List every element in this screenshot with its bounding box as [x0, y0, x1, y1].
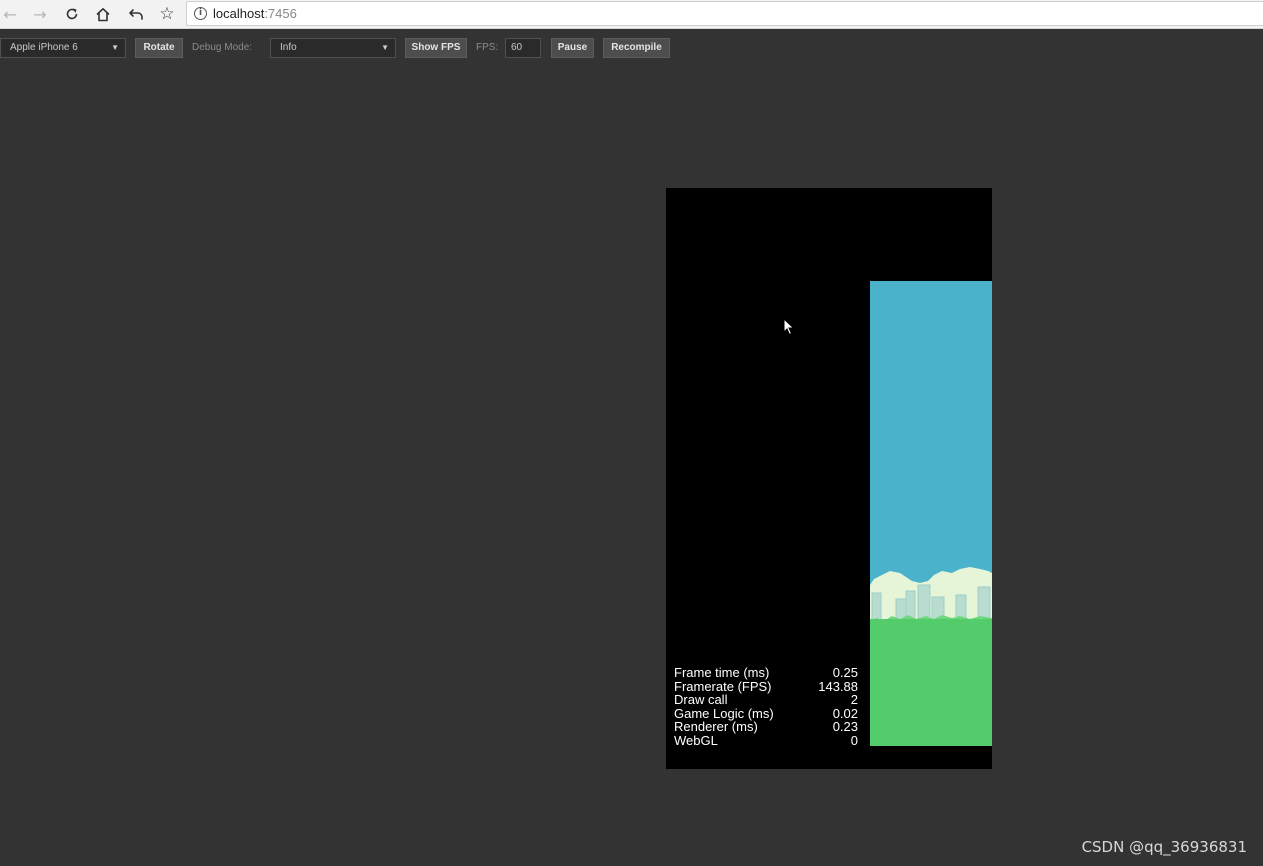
- url-text: localhost:7456: [213, 6, 297, 21]
- stat-value: 0.25: [832, 665, 858, 680]
- fps-input[interactable]: 60: [505, 38, 541, 58]
- stats-panel: Frame time (ms) 0.25 Framerate (FPS) 143…: [674, 666, 858, 748]
- game-canvas[interactable]: Frame time (ms) 0.25 Framerate (FPS) 143…: [666, 188, 992, 769]
- show-fps-button[interactable]: Show FPS: [405, 38, 467, 58]
- debug-mode-select[interactable]: Info ▼: [270, 38, 396, 58]
- stat-row: Draw call 2: [674, 693, 858, 707]
- undo-icon: [128, 9, 143, 20]
- dropdown-arrow-icon: ▼: [381, 43, 389, 52]
- reload-icon: [66, 8, 78, 20]
- reload-button[interactable]: [60, 3, 84, 25]
- ground: [870, 619, 992, 746]
- bookmark-button[interactable]: ☆: [155, 3, 179, 25]
- stat-row: Frame time (ms) 0.25: [674, 666, 858, 680]
- back-button[interactable]: ←: [0, 3, 22, 25]
- url-port: :7456: [264, 6, 297, 21]
- fps-label: FPS:: [476, 42, 499, 53]
- device-select-value: Apple iPhone 6: [10, 42, 78, 53]
- stat-label: Draw call: [674, 692, 728, 708]
- stat-label: Game Logic (ms): [674, 705, 774, 721]
- star-icon: ☆: [159, 4, 175, 24]
- arrow-right-icon: →: [33, 4, 47, 24]
- debug-mode-value: Info: [280, 42, 297, 53]
- home-icon: [96, 7, 110, 21]
- arrow-left-icon: ←: [3, 4, 17, 24]
- url-host: localhost: [213, 6, 265, 21]
- stat-label: Framerate (FPS): [674, 678, 772, 694]
- stat-label: Renderer (ms): [674, 719, 758, 735]
- stat-value: 0.02: [832, 705, 858, 721]
- stat-label: WebGL: [674, 732, 718, 748]
- dropdown-arrow-icon: ▼: [111, 43, 119, 52]
- simulator-toolbar: Apple iPhone 6 ▼ Rotate Debug Mode: Info…: [0, 35, 1263, 61]
- stat-label: Frame time (ms): [674, 665, 770, 680]
- pause-button[interactable]: Pause: [551, 38, 594, 58]
- recompile-button[interactable]: Recompile: [603, 38, 670, 58]
- stat-row: Framerate (FPS) 143.88: [674, 678, 858, 694]
- device-select[interactable]: Apple iPhone 6 ▼: [0, 38, 126, 58]
- stat-row: Renderer (ms) 0.23: [674, 720, 858, 734]
- browser-toolbar: ← → ☆ i localhost:7456: [0, 0, 1263, 29]
- stat-value: 0.23: [832, 719, 858, 735]
- home-button[interactable]: [91, 3, 115, 25]
- stat-row: Game Logic (ms) 0.02: [674, 707, 858, 721]
- stat-value: 2: [850, 692, 858, 708]
- mouse-cursor-icon: [783, 318, 795, 336]
- info-icon: i: [194, 7, 207, 20]
- address-bar[interactable]: i localhost:7456: [186, 1, 1263, 26]
- watermark: CSDN @qq_36936831: [1081, 838, 1247, 856]
- debug-mode-label: Debug Mode:: [192, 42, 253, 53]
- rotate-button[interactable]: Rotate: [135, 38, 183, 58]
- stat-value: 0: [850, 732, 858, 748]
- stat-value: 143.88: [818, 678, 858, 694]
- stat-row: WebGL 0: [674, 734, 858, 748]
- game-scene: [870, 281, 992, 746]
- undo-button[interactable]: [123, 3, 147, 25]
- forward-button[interactable]: →: [28, 3, 52, 25]
